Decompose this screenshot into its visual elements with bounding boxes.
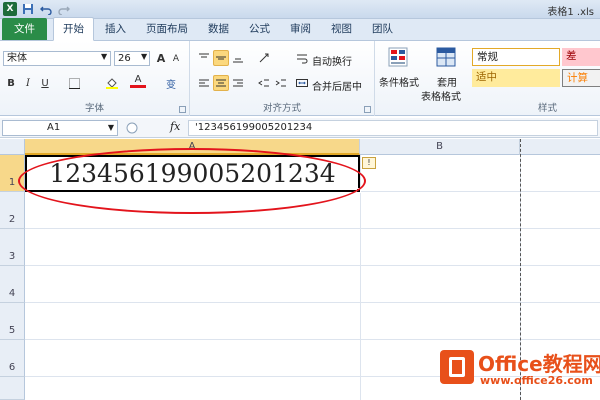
watermark: Office教程网 www.office26.com [440, 348, 600, 400]
align-middle-icon[interactable] [213, 50, 229, 66]
grow-font-button[interactable]: A [153, 50, 169, 66]
gridline [25, 265, 600, 266]
orientation-icon[interactable] [256, 50, 272, 66]
table-format-icon[interactable] [435, 46, 457, 68]
shrink-font-button[interactable]: A [168, 51, 184, 67]
wrap-text-icon[interactable] [294, 50, 310, 66]
annotation-ellipse [18, 148, 366, 214]
merge-center-button[interactable]: 合并后居中 [312, 78, 362, 93]
save-icon[interactable] [21, 2, 35, 16]
formula-bar: A1 ▼ fx '123456199005201234 [0, 118, 600, 138]
align-right-icon[interactable] [230, 75, 246, 91]
font-group: 宋体 ▼ 26 ▼ A A B I U A 变 字体 [0, 41, 190, 116]
ribbon: 宋体 ▼ 26 ▼ A A B I U A 变 字体 自动换行 合并后居中 对齐… [0, 41, 600, 116]
alignment-dialog-launcher-icon[interactable] [364, 106, 371, 113]
row-header-7[interactable] [0, 377, 25, 400]
excel-logo-icon[interactable]: X [3, 2, 17, 16]
office-logo-icon [440, 350, 474, 384]
name-box[interactable]: A1 ▼ [2, 120, 118, 136]
tab-page-layout[interactable]: 页面布局 [137, 18, 197, 40]
wrap-text-button[interactable]: 自动换行 [312, 53, 352, 68]
underline-button[interactable]: U [37, 75, 53, 91]
gridline [25, 228, 600, 229]
font-group-label: 字体 [84, 103, 104, 114]
tab-team[interactable]: 团队 [363, 18, 402, 40]
alignment-group: 自动换行 合并后居中 对齐方式 [190, 41, 375, 116]
tab-formulas[interactable]: 公式 [240, 18, 279, 40]
tab-view[interactable]: 视图 [322, 18, 361, 40]
select-all-corner[interactable] [0, 139, 25, 155]
row-header-6[interactable]: 6 [0, 340, 25, 377]
style-calc[interactable]: 计算 [562, 69, 600, 87]
font-name-dropdown-arrow[interactable]: ▼ [101, 52, 107, 61]
ribbon-tabs: 文件 开始 插入 页面布局 数据 公式 审阅 视图 团队 [0, 17, 600, 41]
font-color-button[interactable]: A [130, 73, 146, 88]
table-format-button-line2[interactable]: 表格格式 [421, 88, 461, 103]
undo-icon[interactable] [39, 2, 53, 16]
name-box-value: A1 [47, 122, 61, 133]
row-header-5[interactable]: 5 [0, 303, 25, 340]
style-normal[interactable]: 常规 [472, 48, 560, 66]
fill-color-icon[interactable] [104, 75, 120, 91]
tab-insert[interactable]: 插入 [96, 18, 135, 40]
row-header-4[interactable]: 4 [0, 266, 25, 303]
merge-center-icon[interactable] [294, 75, 310, 91]
styles-group-label: 样式 [537, 103, 557, 114]
watermark-url: www.office26.com [480, 374, 593, 387]
borders-icon[interactable] [66, 75, 82, 91]
conditional-format-icon[interactable] [387, 46, 409, 68]
align-left-icon[interactable] [196, 75, 212, 91]
name-box-dropdown-icon[interactable]: ▼ [108, 121, 114, 135]
document-title: 表格1 .xls [547, 7, 594, 18]
column-headers: A B [0, 139, 600, 155]
insert-function-button[interactable]: fx [170, 120, 180, 133]
align-top-icon[interactable] [196, 50, 212, 66]
italic-button[interactable]: I [20, 75, 36, 91]
decrease-indent-icon[interactable] [256, 75, 272, 91]
style-bad[interactable]: 差 [562, 48, 600, 66]
tab-data[interactable]: 数据 [199, 18, 238, 40]
row-header-3[interactable]: 3 [0, 229, 25, 266]
formula-bar-collapse-icon[interactable] [124, 120, 140, 136]
tab-review[interactable]: 审阅 [281, 18, 320, 40]
row-header-2[interactable]: 2 [0, 192, 25, 229]
align-bottom-icon[interactable] [230, 50, 246, 66]
phonetic-button[interactable]: 变 [163, 75, 179, 91]
tab-file[interactable]: 文件 [2, 18, 47, 40]
alignment-group-label: 对齐方式 [262, 103, 301, 114]
gridline [25, 339, 600, 340]
bold-button[interactable]: B [3, 75, 19, 91]
tab-home[interactable]: 开始 [53, 17, 94, 41]
style-neutral[interactable]: 适中 [472, 69, 560, 87]
watermark-title: Office教程网 [478, 352, 600, 376]
error-warning-icon[interactable]: ! [362, 157, 376, 169]
table-format-button-line1[interactable]: 套用 [437, 74, 457, 89]
column-header-b[interactable]: B [360, 139, 520, 155]
gridline [25, 302, 600, 303]
font-name-select[interactable]: 宋体 [3, 51, 111, 66]
redo-icon[interactable] [57, 2, 71, 16]
styles-group: 条件格式 套用 表格格式 常规 差 适中 计算 样式 [375, 41, 600, 116]
align-center-icon[interactable] [213, 75, 229, 91]
conditional-format-button[interactable]: 条件格式 [379, 74, 419, 89]
formula-input[interactable]: '123456199005201234 [188, 120, 598, 136]
font-size-dropdown-arrow[interactable]: ▼ [141, 52, 147, 61]
quick-access-toolbar: X [3, 2, 71, 16]
increase-indent-icon[interactable] [273, 75, 289, 91]
font-dialog-launcher-icon[interactable] [179, 106, 186, 113]
